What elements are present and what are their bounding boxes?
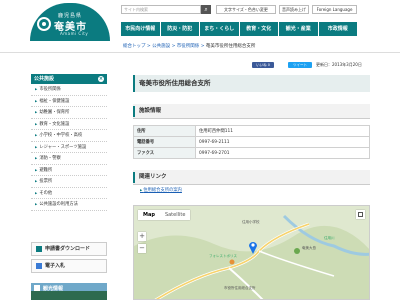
sidebar-list: 市役所関係 福祉・保健施設 幼稚園・保育所 教育・文化施設 小学校・中学校・高校… xyxy=(31,84,107,211)
collapse-icon[interactable]: × xyxy=(98,76,104,82)
breadcrumb-city-hall[interactable]: 市役所関係 xyxy=(177,44,200,49)
table-row: ファクス 0997-69-2701 xyxy=(133,147,370,159)
gnav-education[interactable]: 教育・文化 xyxy=(239,22,279,36)
tab-map[interactable]: Map xyxy=(138,210,160,220)
gnav-citizens[interactable]: 市民向け情報 xyxy=(121,22,161,36)
e-bidding-button[interactable]: 電子入札 xyxy=(31,259,107,273)
sidebar-item-polling[interactable]: 投票所 xyxy=(31,176,107,188)
search-input[interactable]: サイト内検索 xyxy=(121,5,201,14)
map-label: 市役所住用総合支所 xyxy=(224,286,256,290)
text-size-color-button[interactable]: 文字サイズ・色合い変更 xyxy=(216,5,276,14)
sidebar-heading: 公共施設 × xyxy=(31,74,107,84)
tweet-button[interactable]: ツイート xyxy=(288,62,312,68)
gnav-government[interactable]: 市政情報 xyxy=(318,22,357,36)
sidebar-item-nursery[interactable]: 幼稚園・保育所 xyxy=(31,107,107,119)
sidebar-item-culture[interactable]: 教育・文化施設 xyxy=(31,119,107,130)
gnav-tourism[interactable]: 観光・産業 xyxy=(279,22,319,36)
table-row: 住所 住用町西仲間111 xyxy=(133,125,370,137)
logo-city-english: Amami City xyxy=(60,31,89,36)
sidebar-item-welfare[interactable]: 福祉・保健施設 xyxy=(31,96,107,107)
table-key: 住所 xyxy=(133,125,196,137)
breadcrumb-facilities[interactable]: 公共施設 xyxy=(152,44,170,49)
breadcrumb-top[interactable]: 総合トップ xyxy=(123,44,146,49)
sidebar-item-city-hall[interactable]: 市役所関係 xyxy=(31,84,107,96)
sidebar-item-usage[interactable]: 公共施設の利用方法 xyxy=(31,199,107,211)
table-key: ファクス xyxy=(133,147,196,159)
sidebar-item-shelters[interactable]: 避難所 xyxy=(31,165,107,176)
sidebar-item-other[interactable]: その他 xyxy=(31,188,107,199)
search-button[interactable]: ⌕ xyxy=(201,5,211,14)
page-title: 奄美市役所住用総合支所 xyxy=(133,75,370,92)
section-related-links: 関連リンク xyxy=(133,170,370,185)
magnifier-icon: ⌕ xyxy=(204,6,208,13)
divider xyxy=(0,52,400,53)
section-facility-info: 施設情報 xyxy=(133,104,370,119)
voice-reading-button[interactable]: 音声読み上げ xyxy=(279,5,309,14)
city-emblem-icon xyxy=(37,17,51,31)
camera-icon xyxy=(34,285,40,291)
breadcrumb-current: 奄美市役所住用総合支所 xyxy=(205,44,256,49)
map-pin-icon[interactable] xyxy=(248,240,258,254)
table-value: 0997-69-2111 xyxy=(195,136,370,148)
embedded-map[interactable]: Map Satellite + − 住用小学校 住用川 奄美大島 フォレストポリ… xyxy=(133,205,370,300)
updated-date: 更新日：2013年3月20日 xyxy=(316,62,362,67)
fullscreen-icon[interactable] xyxy=(356,210,365,219)
table-key: 電話番号 xyxy=(133,136,196,148)
table-value: 住用町西仲間111 xyxy=(195,125,370,137)
table-row: 電話番号 0997-69-2111 xyxy=(133,136,370,148)
e-bidding-label: 電子入札 xyxy=(45,263,66,269)
sidebar-item-fire-police[interactable]: 消防・警察 xyxy=(31,153,107,165)
map-label: 住用小学校 xyxy=(242,220,260,224)
map-label: 住用川 xyxy=(324,236,335,240)
map-label: フォレストポリス xyxy=(209,254,237,258)
download-forms-label: 申請書ダウンロード xyxy=(45,246,91,252)
sidebar-heading-label: 公共施設 xyxy=(34,76,55,82)
table-value: 0997-69-2701 xyxy=(195,147,370,159)
map-label: 奄美大島 xyxy=(302,246,316,250)
sidebar-item-leisure[interactable]: レジャー・スポーツ施設 xyxy=(31,142,107,153)
tourism-banner-label: 観光情報 xyxy=(43,286,64,292)
zoom-in-button[interactable]: + xyxy=(138,232,146,241)
tourism-banner[interactable]: 観光情報 xyxy=(31,283,107,300)
gnav-disaster[interactable]: 防災・防犯 xyxy=(160,22,200,36)
related-link[interactable]: 住用総合支所の案内 xyxy=(140,187,182,193)
map-type-tabs: Map Satellite xyxy=(138,210,191,220)
global-nav: 市民向け情報 防災・防犯 まち・くらし 教育・文化 観光・産業 市政情報 xyxy=(121,22,357,36)
download-icon xyxy=(36,245,42,252)
document-icon xyxy=(36,262,42,269)
facebook-like-button[interactable]: いいね 0 xyxy=(252,62,274,68)
breadcrumb: 総合トップ > 公共施設 > 市役所関係 > 奄美市役所住用総合支所 xyxy=(123,44,256,49)
gnav-living[interactable]: まち・くらし xyxy=(200,22,240,36)
download-forms-button[interactable]: 申請書ダウンロード xyxy=(31,242,107,256)
facility-info-table: 住所 住用町西仲間111 電話番号 0997-69-2111 ファクス 0997… xyxy=(133,125,370,159)
tab-satellite[interactable]: Satellite xyxy=(160,210,190,220)
foreign-language-button[interactable]: Foreign Language xyxy=(312,5,357,14)
site-header: 鹿児島県 奄美市 Amami City サイト内検索 ⌕ 文字サイズ・色合い変更… xyxy=(0,0,400,41)
sidebar-item-schools[interactable]: 小学校・中学校・高校 xyxy=(31,130,107,142)
zoom-out-button[interactable]: − xyxy=(138,244,146,253)
